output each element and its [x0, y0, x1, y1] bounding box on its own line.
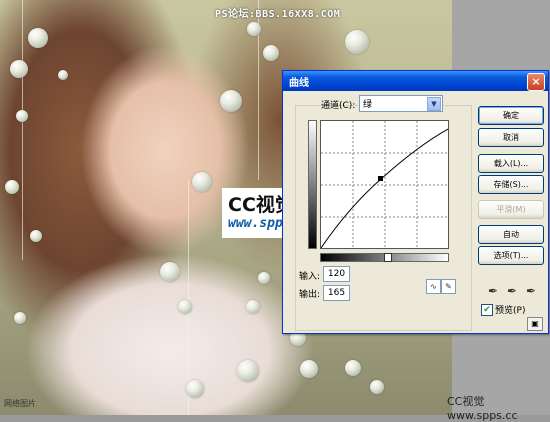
pearl: [345, 30, 369, 54]
pearl: [28, 28, 48, 48]
close-icon[interactable]: ×: [527, 73, 545, 91]
pearl: [160, 262, 180, 282]
pearl: [5, 180, 19, 194]
smooth-button[interactable]: 平滑(M): [478, 200, 544, 219]
chevron-down-icon[interactable]: ▼: [427, 97, 441, 111]
auto-button[interactable]: 自动: [478, 225, 544, 244]
brand-watermark: CC视觉 www.spps.cc: [447, 395, 518, 422]
dialog-title: 曲线: [289, 78, 309, 89]
pearl-string: [22, 0, 23, 260]
expand-icon[interactable]: ▣: [527, 317, 543, 331]
curve-graph[interactable]: [320, 120, 449, 249]
output-label: 输出:: [299, 290, 321, 300]
pearl: [58, 70, 68, 80]
pencil-tool-icon[interactable]: ✎: [441, 279, 456, 294]
preview-label: 预览(P): [495, 306, 526, 316]
ok-button[interactable]: 确定: [478, 106, 544, 125]
input-field[interactable]: 120: [323, 266, 350, 282]
pearl: [370, 380, 384, 394]
forum-watermark: PS论坛:BBS.16XX8.COM: [215, 9, 341, 20]
channel-label: 通道(C):: [321, 101, 356, 111]
black-eyedropper-icon[interactable]: ✒: [485, 283, 501, 299]
channel-select[interactable]: 绿 ▼: [359, 95, 443, 112]
gray-eyedropper-icon[interactable]: ✒: [504, 283, 520, 299]
pearl: [220, 90, 242, 112]
pearl: [300, 360, 318, 378]
pearl: [16, 110, 28, 122]
cancel-button[interactable]: 取消: [478, 128, 544, 147]
white-eyedropper-icon[interactable]: ✒: [523, 283, 539, 299]
pearl: [178, 300, 192, 314]
pearl: [186, 380, 204, 398]
pearl: [263, 45, 279, 61]
save-button[interactable]: 存储(S)...: [478, 175, 544, 194]
dialog-titlebar[interactable]: 曲线 ×: [283, 71, 548, 91]
output-field[interactable]: 165: [323, 285, 350, 301]
preview-checkbox[interactable]: ✔: [481, 304, 493, 316]
bottom-left-watermark: 网络图片: [4, 399, 36, 408]
load-button[interactable]: 载入(L)...: [478, 154, 544, 173]
pearl: [345, 360, 361, 376]
pearl: [192, 172, 212, 192]
curves-dialog: 曲线 × 通道(C): 绿 ▼ 输入: 120 输出: 165 ∿ ✎ 确定 取…: [282, 70, 549, 334]
pearl: [10, 60, 28, 78]
pearl-string: [188, 180, 189, 415]
curve-point-tool-icon[interactable]: ∿: [426, 279, 441, 294]
curve-grid: [321, 121, 448, 248]
output-gradient-bar: [308, 120, 317, 249]
pearl: [246, 300, 260, 314]
options-button[interactable]: 选项(T)...: [478, 246, 544, 265]
curve-control-point[interactable]: [378, 176, 383, 181]
pearl: [14, 312, 26, 324]
channel-value: 绿: [363, 100, 373, 110]
pearl: [247, 22, 261, 36]
curve-svg: [320, 121, 449, 249]
pearl: [30, 230, 42, 242]
input-label: 输入:: [299, 272, 321, 282]
pearl: [258, 272, 270, 284]
gradient-slider-handle[interactable]: [384, 253, 392, 262]
pearl: [237, 360, 259, 382]
